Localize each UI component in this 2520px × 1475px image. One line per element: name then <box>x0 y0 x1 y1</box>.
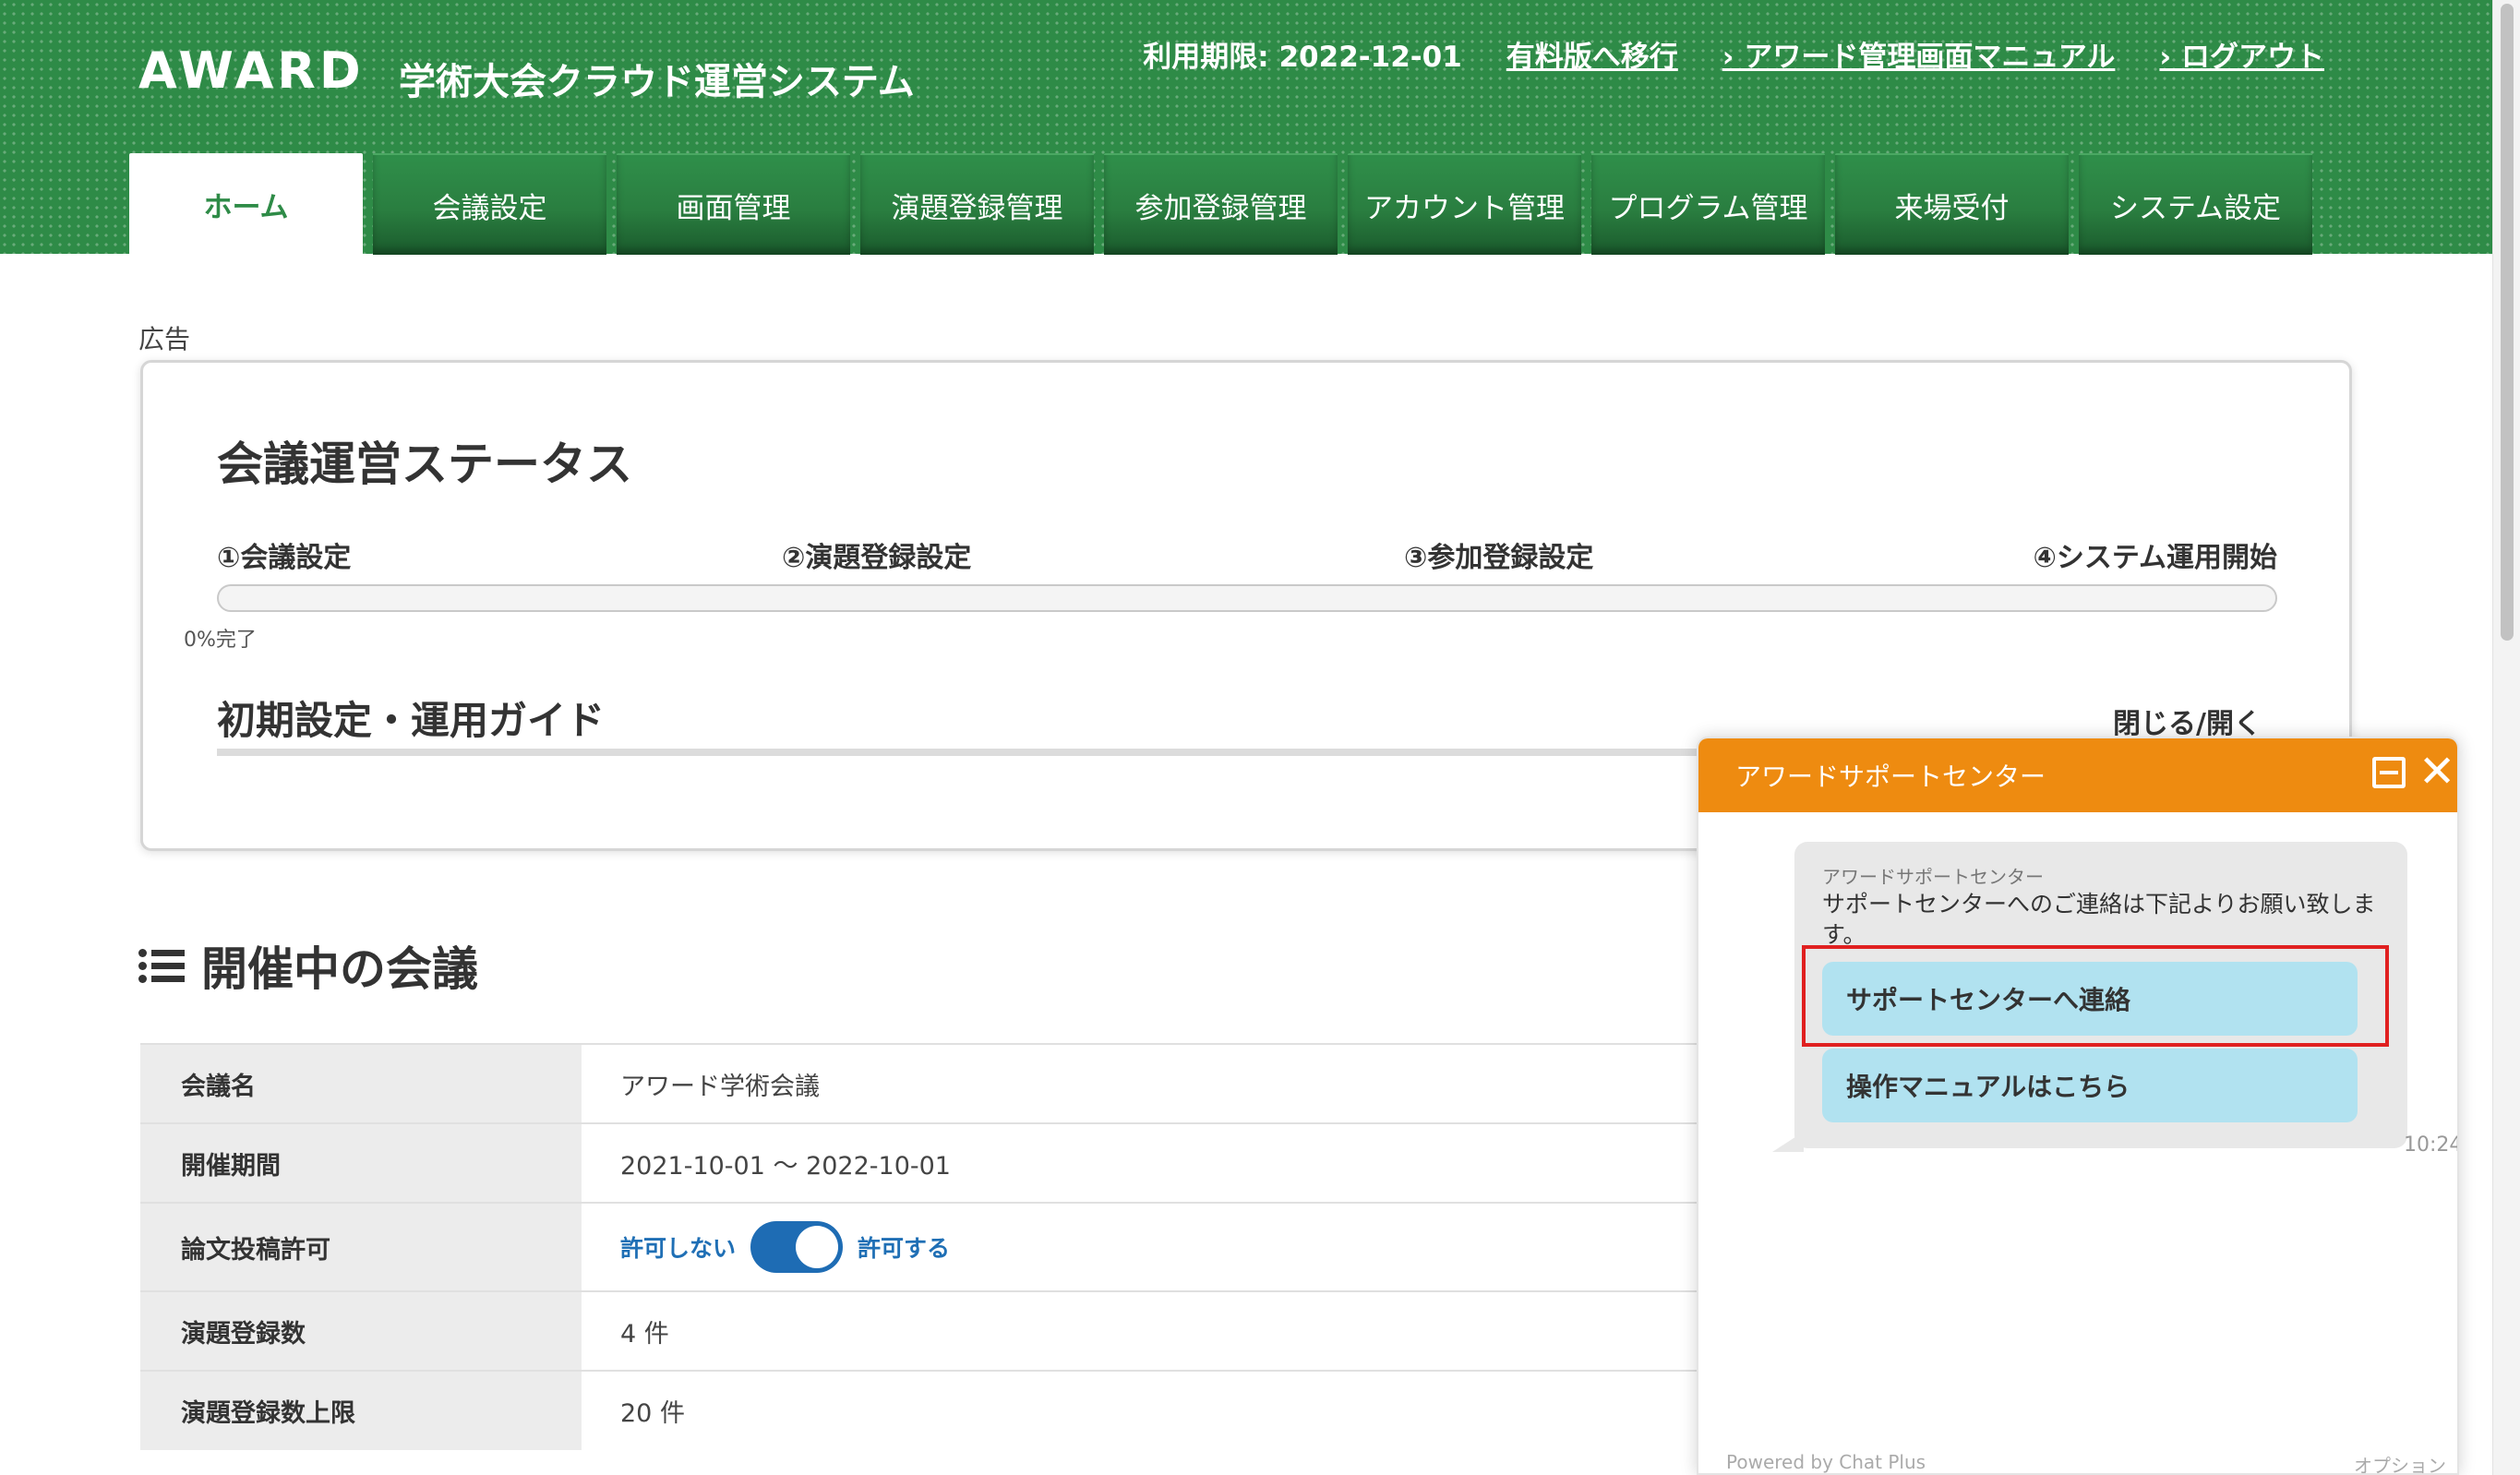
contact-support-button[interactable]: サポートセンターへ連絡 <box>1822 962 2358 1036</box>
tab-reception[interactable]: 来場受付 <box>1835 153 2069 255</box>
row-label: 論文投稿許可 <box>140 1202 582 1291</box>
step-conference-settings: ①会議設定 <box>217 542 352 574</box>
manual-link[interactable]: › アワード管理画面マニュアル <box>1722 33 2116 75</box>
guide-toggle-button[interactable]: 閉じる/開く <box>2113 701 2262 741</box>
guide-divider <box>217 749 1749 756</box>
meeting-info-table: 会議名 アワード学術会議 開催期間 2021-10-01 〜 2022-10-0… <box>140 1043 1710 1450</box>
abstract-count: 4 件 <box>582 1290 1710 1371</box>
tab-account-management[interactable]: アカウント管理 <box>1348 153 1581 255</box>
meetings-title: 開催中の会議 <box>201 942 478 996</box>
tab-home[interactable]: ホーム <box>129 153 363 255</box>
main-nav-tabs: ホーム 会議設定 画面管理 演題登録管理 参加登録管理 アカウント管理 プログラ… <box>129 153 2312 255</box>
conference-name: アワード学術会議 <box>582 1043 1710 1123</box>
table-row: 演題登録数上限 20 件 <box>140 1370 1710 1450</box>
progress-text: 0%完了 <box>184 629 257 652</box>
paper-submission-toggle-group: 許可しない 許可する <box>620 1221 1710 1273</box>
toggle-on-label: 許可する <box>858 1235 951 1262</box>
support-chat-widget: アワードサポートセンター ✕ アワードサポートセンター サポートセンターへのご連… <box>1697 737 2459 1475</box>
chat-title: アワードサポートセンター <box>1735 761 2046 792</box>
options-link[interactable]: オプション <box>2354 1451 2446 1473</box>
conference-period: 2021-10-01 〜 2022-10-01 <box>582 1122 1710 1203</box>
ad-label: 広告 <box>138 324 191 354</box>
table-row: 開催期間 2021-10-01 〜 2022-10-01 <box>140 1122 1710 1203</box>
chat-message-bubble: アワードサポートセンター サポートセンターへのご連絡は下記よりお願い致します。 … <box>1772 842 2407 1152</box>
upgrade-link[interactable]: 有料版へ移行 <box>1506 33 1678 75</box>
tab-screen-management[interactable]: 画面管理 <box>617 153 850 255</box>
abstract-limit: 20 件 <box>582 1370 1710 1450</box>
award-logo[interactable]: AWARD <box>138 42 365 100</box>
row-label: 演題登録数上限 <box>140 1370 582 1450</box>
manual-button[interactable]: 操作マニュアルはこちら <box>1822 1049 2358 1122</box>
tab-abstract-management[interactable]: 演題登録管理 <box>860 153 1094 255</box>
close-icon[interactable]: ✕ <box>2418 749 2455 794</box>
row-label: 会議名 <box>140 1043 582 1123</box>
paper-submission-cell: 許可しない 許可する <box>582 1202 1710 1291</box>
top-links: 利用期限: 2022-12-01 有料版へ移行 › アワード管理画面マニュアル … <box>1143 33 2324 75</box>
message-text: サポートセンターへのご連絡は下記よりお願い致します。 <box>1822 891 2376 948</box>
logo-text: AWARD <box>138 41 365 100</box>
guide-title: 初期設定・運用ガイド <box>217 698 606 743</box>
row-label: 開催期間 <box>140 1122 582 1203</box>
row-label: 演題登録数 <box>140 1290 582 1371</box>
step-abstract-settings: ②演題登録設定 <box>782 542 972 574</box>
step-system-start: ④システム運用開始 <box>2033 542 2277 574</box>
message-sender: アワードサポートセンター <box>1822 866 2044 888</box>
paper-submission-toggle[interactable] <box>750 1221 844 1273</box>
step-registration-settings: ③参加登録設定 <box>1404 542 1594 574</box>
status-steps: ①会議設定 ②演題登録設定 ③参加登録設定 ④システム運用開始 <box>217 534 2277 574</box>
toggle-knob <box>796 1226 839 1268</box>
list-icon <box>138 945 185 986</box>
toggle-off-label: 許可しない <box>620 1235 737 1262</box>
table-row: 演題登録数 4 件 <box>140 1290 1710 1371</box>
tab-registration-management[interactable]: 参加登録管理 <box>1104 153 1338 255</box>
expiry-date: 利用期限: 2022-12-01 <box>1143 41 1462 74</box>
site-title: 学術大会クラウド運営システム <box>399 61 915 103</box>
scrollbar-thumb[interactable] <box>2501 4 2514 641</box>
page-scrollbar[interactable] <box>2492 0 2520 1475</box>
tab-program-management[interactable]: プログラム管理 <box>1591 153 1825 255</box>
site-header: AWARD 学術大会クラウド運営システム 利用期限: 2022-12-01 有料… <box>0 0 2492 255</box>
tab-system-settings[interactable]: システム設定 <box>2079 153 2312 255</box>
minimize-icon[interactable] <box>2372 757 2406 788</box>
powered-by-text: Powered by Chat Plus <box>1726 1451 1926 1473</box>
table-row: 論文投稿許可 許可しない 許可する <box>140 1202 1710 1291</box>
table-row: 会議名 アワード学術会議 <box>140 1043 1710 1123</box>
logout-link[interactable]: › ログアウト <box>2159 33 2324 75</box>
status-progress-bar <box>217 584 2277 612</box>
tab-conference-settings[interactable]: 会議設定 <box>373 153 606 255</box>
message-time: 10:24 <box>2404 1133 2459 1157</box>
status-title: 会議運営ステータス <box>217 438 632 491</box>
chat-header[interactable]: アワードサポートセンター ✕ <box>1698 738 2457 812</box>
meetings-section-header: 開催中の会議 <box>138 932 478 999</box>
